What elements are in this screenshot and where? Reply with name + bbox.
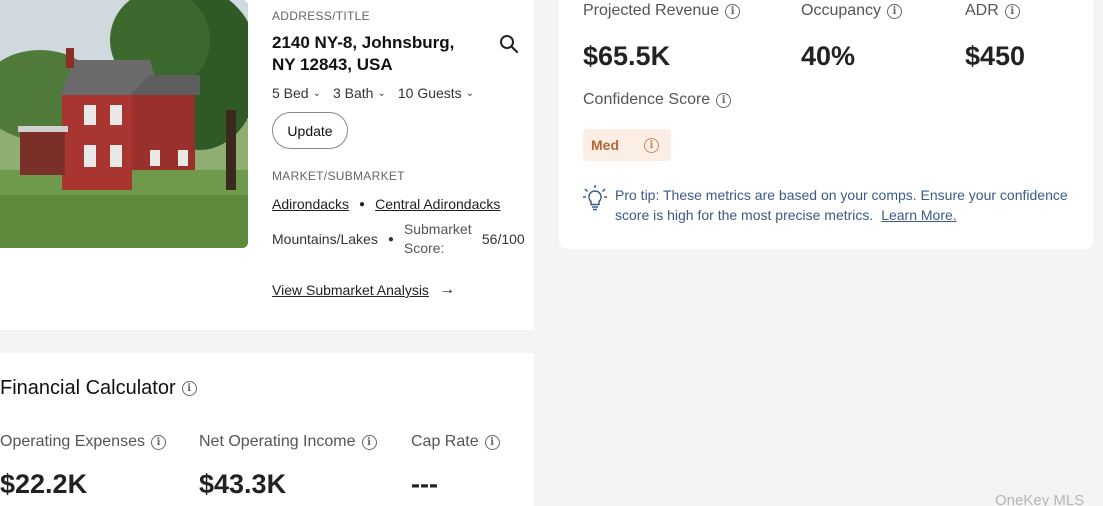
market-label: MARKET/SUBMARKET <box>272 169 405 183</box>
market-links: Adirondacks ● Central Adirondacks <box>272 196 500 212</box>
terrain-row: Mountains/Lakes ● Submarket Score: 56/10… <box>272 220 525 258</box>
update-button[interactable]: Update <box>272 112 348 149</box>
beds-dropdown[interactable]: 5 Bed ⌄ <box>272 85 321 101</box>
beds-label: 5 Bed <box>272 85 309 101</box>
info-icon[interactable]: i <box>150 434 166 450</box>
info-icon[interactable]: i <box>725 3 741 19</box>
adr-value: $450 <box>965 41 1026 71</box>
cap-rate-value: --- <box>411 469 438 499</box>
operating-expenses-text: Operating Expenses <box>0 433 145 450</box>
confidence-score-text: Confidence Score <box>583 91 711 108</box>
guests-dropdown[interactable]: 10 Guests ⌄ <box>398 85 474 101</box>
guests-label: 10 Guests <box>397 85 462 101</box>
pro-tip-text: Pro tip: These metrics are based on your… <box>615 185 1075 225</box>
cap-rate-label: Cap Rate i <box>411 433 500 451</box>
confidence-value: Med <box>591 137 619 153</box>
chevron-down-icon: ⌄ <box>377 87 386 99</box>
operating-expenses-label: Operating Expenses i <box>0 433 166 451</box>
operating-expenses-value: $22.2K <box>0 469 88 499</box>
separator-dot: ● <box>359 198 366 210</box>
submarket-score-label: Submarket Score: <box>403 221 472 256</box>
learn-more-link[interactable]: Learn More. <box>881 207 956 223</box>
projected-revenue-value: $65.5K <box>583 41 671 71</box>
info-icon[interactable]: i <box>361 434 377 450</box>
search-icon[interactable] <box>499 34 519 54</box>
view-submarket-analysis-link[interactable]: View Submarket Analysis → <box>272 281 455 299</box>
baths-label: 3 Bath <box>332 85 374 101</box>
property-photo[interactable] <box>0 0 248 248</box>
market-link[interactable]: Adirondacks <box>272 196 349 212</box>
net-operating-income-text: Net Operating Income <box>199 433 356 450</box>
info-icon[interactable]: i <box>484 434 500 450</box>
watermark: OneKey MLS <box>995 492 1085 506</box>
info-icon[interactable]: i <box>1004 3 1020 19</box>
property-address: 2140 NY-8, Johnsburg, NY 12843, USA <box>272 33 455 74</box>
baths-dropdown[interactable]: 3 Bath ⌄ <box>333 85 386 101</box>
chevron-down-icon: ⌄ <box>312 87 321 99</box>
property-attributes: 5 Bed ⌄ 3 Bath ⌄ 10 Guests ⌄ <box>272 85 486 101</box>
chevron-down-icon: ⌄ <box>465 87 475 99</box>
financial-calculator-title: Financial Calculator i <box>0 377 197 400</box>
pro-tip-body: Pro tip: These metrics are based on your… <box>615 187 1068 223</box>
address-label: ADDRESS/TITLE <box>272 9 370 23</box>
lightbulb-icon <box>583 185 607 211</box>
adr-text: ADR <box>965 2 999 19</box>
info-icon[interactable]: i <box>181 381 197 396</box>
info-icon[interactable]: i <box>716 92 732 108</box>
net-operating-income-value: $43.3K <box>199 469 287 499</box>
submarket-link[interactable]: Central Adirondacks <box>375 196 500 212</box>
info-icon[interactable]: i <box>887 3 903 19</box>
view-analysis-label: View Submarket Analysis <box>272 282 429 298</box>
house-image <box>0 0 248 248</box>
occupancy-text: Occupancy <box>801 2 882 19</box>
arrow-right-icon: → <box>438 281 455 298</box>
confidence-badge: Med i <box>583 129 671 161</box>
pro-tip: Pro tip: These metrics are based on your… <box>583 185 1075 225</box>
terrain-type: Mountains/Lakes <box>272 231 378 247</box>
separator-dot: ● <box>387 233 394 245</box>
cap-rate-text: Cap Rate <box>411 433 479 450</box>
net-operating-income-label: Net Operating Income i <box>199 433 377 451</box>
page: ADDRESS/TITLE 2140 NY-8, Johnsburg, NY 1… <box>0 0 1103 506</box>
occupancy-label: Occupancy i <box>801 2 903 20</box>
projected-revenue-label: Projected Revenue i <box>583 2 741 20</box>
financial-calculator-heading: Financial Calculator <box>0 377 176 399</box>
projected-revenue-text: Projected Revenue <box>583 2 720 19</box>
confidence-score-label: Confidence Score i <box>583 91 732 109</box>
occupancy-value: 40% <box>801 41 856 71</box>
info-icon[interactable]: i <box>644 137 659 153</box>
adr-label: ADR i <box>965 2 1020 20</box>
submarket-score-value: 56/100 <box>481 231 525 247</box>
